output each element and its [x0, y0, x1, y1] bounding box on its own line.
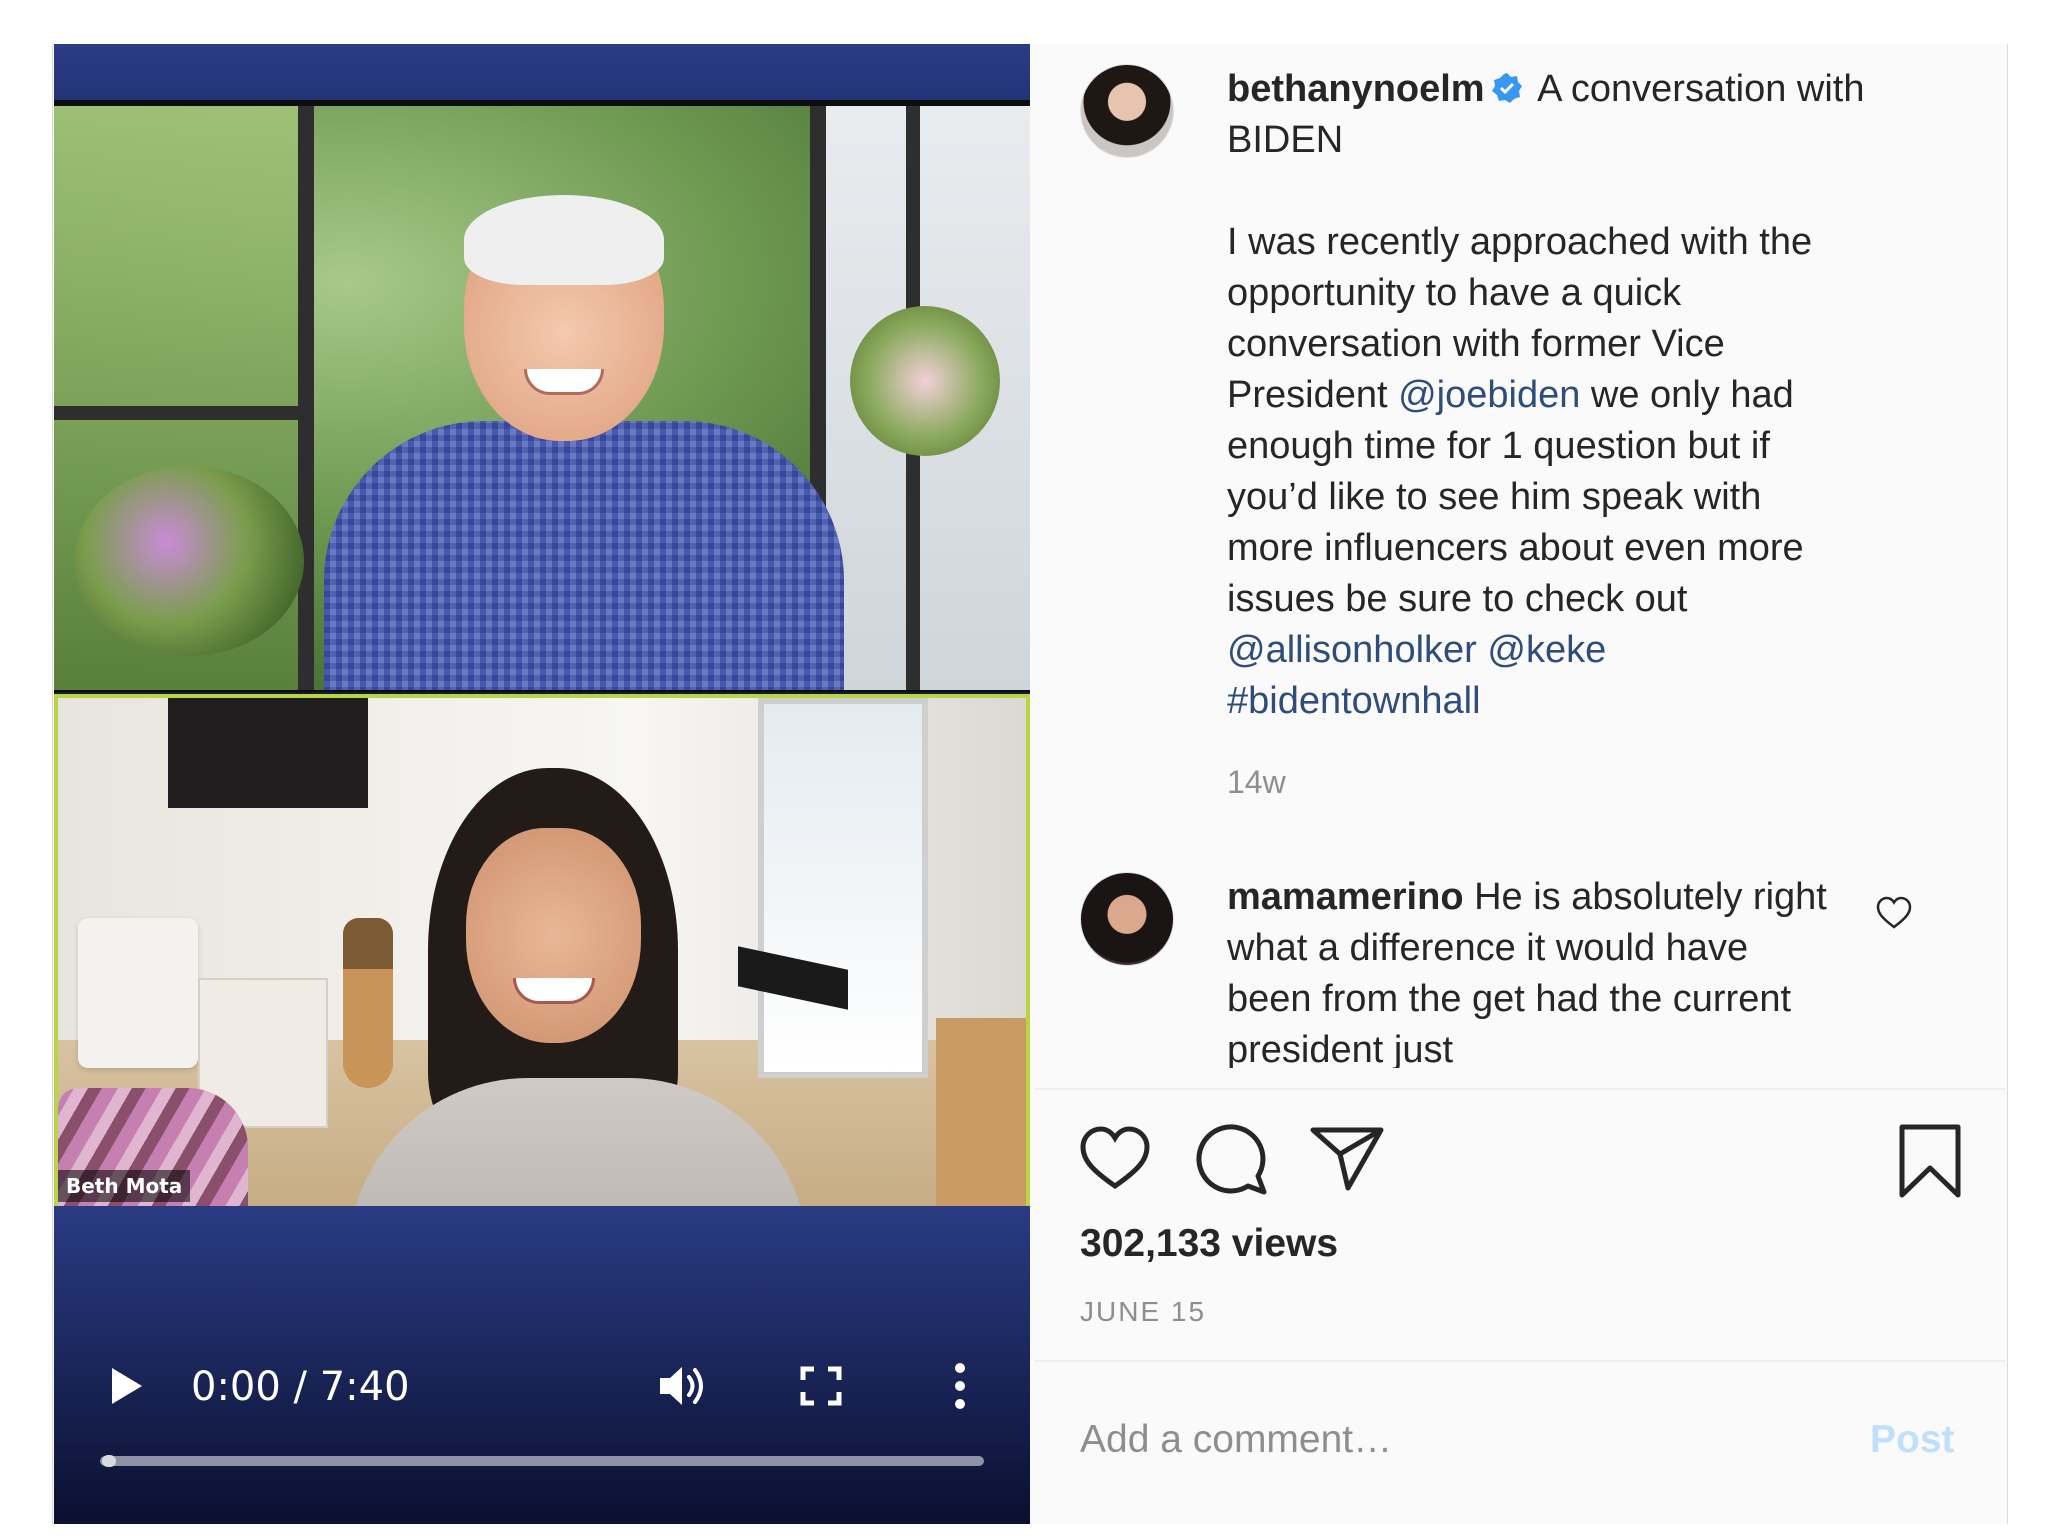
mention-link[interactable]: @allisonholker: [1227, 629, 1477, 671]
post-time-ago[interactable]: 14w: [1227, 764, 1286, 801]
caption-line: more influencers about even more: [1227, 527, 1804, 569]
caption-line: you’d like to see him speak with: [1227, 476, 1762, 518]
post-username[interactable]: bethanynoelm: [1227, 68, 1485, 110]
add-comment-input[interactable]: [1080, 1418, 1800, 1462]
play-icon[interactable]: [108, 1366, 144, 1406]
heart-icon[interactable]: [1876, 896, 1912, 930]
comment-username[interactable]: mamamerino: [1227, 876, 1464, 918]
video-progress-bar[interactable]: [100, 1456, 984, 1466]
video-time-display: 0:00 / 7:40: [191, 1364, 410, 1410]
caption-line: enough time for 1 question but if: [1227, 425, 1770, 467]
caption-line: President @joebiden we only had: [1227, 370, 1987, 421]
comment-avatar[interactable]: [1080, 872, 1174, 966]
caption-line: @allisonholker @keke: [1227, 625, 1987, 676]
caption-line: conversation with former Vice: [1227, 323, 1725, 365]
divider: [1034, 1088, 2006, 1090]
comment-bubble-icon[interactable]: [1196, 1124, 1268, 1196]
hashtag-link[interactable]: #bidentownhall: [1227, 680, 1481, 722]
caption-line: opportunity to have a quick: [1227, 272, 1682, 314]
post-comment-button[interactable]: Post: [1870, 1418, 1955, 1462]
post-date[interactable]: JUNE 15: [1080, 1296, 1206, 1328]
video-tile-bottom: [54, 694, 1030, 1244]
mention-link[interactable]: @joebiden: [1398, 374, 1580, 416]
caption-text: we only had: [1580, 374, 1794, 416]
post-caption: bethanynoelm A conversation with BIDEN I…: [1227, 64, 1987, 727]
mention-link[interactable]: @keke: [1487, 629, 1606, 671]
more-vertical-icon[interactable]: [950, 1362, 970, 1410]
view-count[interactable]: 302,133 views: [1080, 1222, 1338, 1266]
caption-line: I was recently approached with the: [1227, 221, 1813, 263]
video-tile-top: [54, 100, 1030, 692]
participant-name-tag: Beth Mota: [58, 1170, 191, 1202]
avatar[interactable]: [1080, 64, 1174, 158]
caption-line: issues be sure to check out: [1227, 578, 1688, 620]
like-heart-icon[interactable]: [1080, 1126, 1150, 1190]
video-progress-handle[interactable]: [102, 1455, 116, 1467]
verified-badge-icon: [1491, 73, 1522, 103]
participant-video-bottom: [348, 768, 808, 1240]
video-top-bar: [54, 44, 1030, 100]
participant-video-top: [324, 195, 844, 690]
caption-body: I was recently approached with the oppor…: [1227, 217, 1987, 727]
caption-text: President: [1227, 374, 1399, 416]
video-player[interactable]: [54, 44, 1030, 1524]
comment-item: mamamerino He is absolutely right what a…: [1227, 872, 1827, 1068]
volume-icon[interactable]: [656, 1362, 708, 1410]
divider: [1034, 1360, 2006, 1362]
share-paper-plane-icon[interactable]: [1310, 1126, 1384, 1192]
fullscreen-icon[interactable]: [800, 1366, 842, 1406]
bookmark-icon[interactable]: [1898, 1124, 1962, 1198]
